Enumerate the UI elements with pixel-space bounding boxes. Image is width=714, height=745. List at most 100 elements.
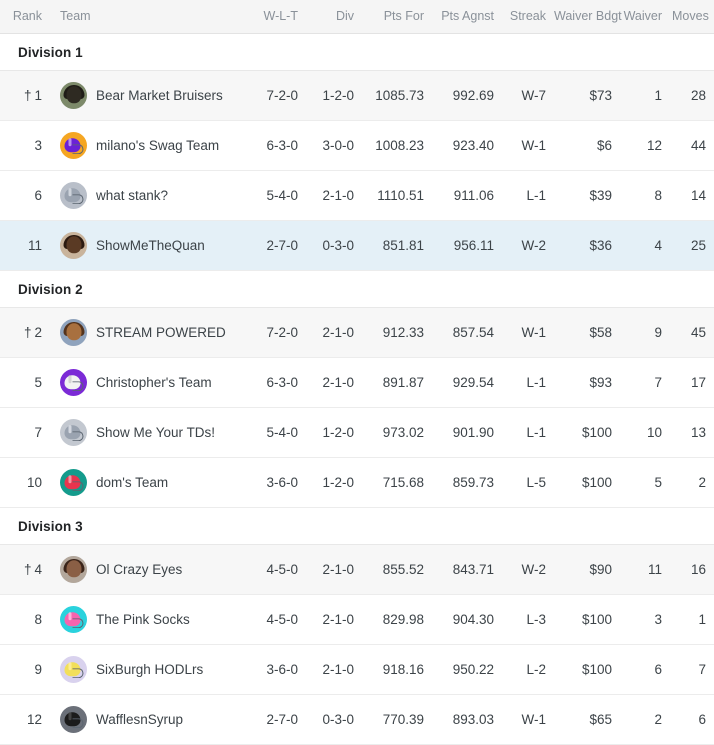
team-name[interactable]: Ol Crazy Eyes — [96, 562, 182, 577]
division-leader-marker: † — [23, 88, 32, 103]
waiver-budget-value: $73 — [554, 70, 622, 121]
waiver-order-value: 1 — [622, 70, 672, 121]
moves-value: 28 — [672, 70, 714, 121]
column-header-pts-agnst[interactable]: Pts Agnst — [432, 0, 502, 34]
team-cell[interactable]: STREAM POWERED — [48, 307, 248, 358]
points-for-value: 1008.23 — [362, 120, 432, 171]
team-cell[interactable]: Bear Market Bruisers — [48, 70, 248, 121]
record-value: 2-7-0 — [248, 694, 306, 745]
team-name[interactable]: ShowMeTheQuan — [96, 238, 205, 253]
column-header-waiver-bdgt[interactable]: Waiver Bdgt — [554, 0, 622, 34]
division-record-value: 1-2-0 — [306, 70, 362, 121]
points-against-value: 893.03 — [432, 694, 502, 745]
rank-cell: 11 — [0, 220, 48, 271]
column-header-rank[interactable]: Rank — [0, 0, 48, 34]
points-against-value: 950.22 — [432, 644, 502, 695]
team-cell[interactable]: Show Me Your TDs! — [48, 407, 248, 458]
moves-value: 2 — [672, 457, 714, 508]
waiver-budget-value: $93 — [554, 357, 622, 408]
column-header-div[interactable]: Div — [306, 0, 362, 34]
team-avatar — [60, 319, 87, 346]
team-name[interactable]: milano's Swag Team — [96, 138, 219, 153]
table-row[interactable]: 6 what stank? 5-4-0 2-1-0 1110.51 911.06 L-1 $3… — [0, 170, 714, 221]
moves-value: 45 — [672, 307, 714, 358]
column-header-moves[interactable]: Moves — [672, 0, 714, 34]
record-value: 5-4-0 — [248, 407, 306, 458]
streak-value: L-1 — [502, 407, 554, 458]
waiver-budget-value: $100 — [554, 457, 622, 508]
points-against-value: 992.69 — [432, 70, 502, 121]
points-for-value: 1085.73 — [362, 70, 432, 121]
points-for-value: 829.98 — [362, 594, 432, 645]
points-against-value: 956.11 — [432, 220, 502, 271]
team-cell[interactable]: WafflesnSyrup — [48, 694, 248, 745]
table-row[interactable]: 7 Show Me Your TDs! 5-4-0 1-2-0 973.02 901.90… — [0, 407, 714, 458]
rank-cell: 12 — [0, 694, 48, 745]
moves-value: 13 — [672, 407, 714, 458]
team-name[interactable]: SixBurgh HODLrs — [96, 662, 203, 677]
team-name[interactable]: The Pink Socks — [96, 612, 190, 627]
moves-value: 1 — [672, 594, 714, 645]
table-row[interactable]: 9 SixBurgh HODLrs 3-6-0 2-1-0 918.16 950.22 L-… — [0, 644, 714, 695]
streak-value: L-1 — [502, 170, 554, 221]
rank-cell: † 2 — [0, 307, 48, 358]
table-row[interactable]: † 4 Ol Crazy Eyes 4-5-0 2-1-0 855.52 843.71 W-2… — [0, 544, 714, 595]
team-name[interactable]: Show Me Your TDs! — [96, 425, 215, 440]
record-value: 3-6-0 — [248, 457, 306, 508]
division-header-row: Division 1 — [0, 33, 714, 71]
table-row[interactable]: 5 Christopher's Team 6-3-0 2-1-0 891.87 929.5… — [0, 357, 714, 408]
division-record-value: 2-1-0 — [306, 544, 362, 595]
points-for-value: 855.52 — [362, 544, 432, 595]
points-for-value: 912.33 — [362, 307, 432, 358]
table-row[interactable]: 10 dom's Team 3-6-0 1-2-0 715.68 859.73 L-5 $10… — [0, 457, 714, 508]
points-against-value: 843.71 — [432, 544, 502, 595]
team-cell[interactable]: The Pink Socks — [48, 594, 248, 645]
table-row[interactable]: 8 The Pink Socks 4-5-0 2-1-0 829.98 904.30 L-3… — [0, 594, 714, 645]
rank-cell: 3 — [0, 120, 48, 171]
team-name[interactable]: WafflesnSyrup — [96, 712, 183, 727]
waiver-budget-value: $65 — [554, 694, 622, 745]
table-row[interactable]: † 1 Bear Market Bruisers 7-2-0 1-2-0 1085.73 9… — [0, 70, 714, 121]
standings-table: Rank Team W-L-T Div Pts For Pts Agnst St… — [0, 0, 714, 745]
points-against-value: 923.40 — [432, 120, 502, 171]
team-cell[interactable]: dom's Team — [48, 457, 248, 508]
record-value: 4-5-0 — [248, 544, 306, 595]
column-header-waiver[interactable]: Waiver — [622, 0, 672, 34]
rank-value: 12 — [26, 712, 42, 727]
waiver-order-value: 11 — [622, 544, 672, 595]
table-row[interactable]: † 2 STREAM POWERED 7-2-0 2-1-0 912.33 857.54 W-… — [0, 307, 714, 358]
team-name[interactable]: Christopher's Team — [96, 375, 212, 390]
rank-value: 9 — [34, 662, 42, 677]
column-header-pts-for[interactable]: Pts For — [362, 0, 432, 34]
rank-cell: 6 — [0, 170, 48, 221]
rank-cell: 7 — [0, 407, 48, 458]
moves-value: 25 — [672, 220, 714, 271]
table-row[interactable]: 11 ShowMeTheQuan 2-7-0 0-3-0 851.81 956.11 W-2… — [0, 220, 714, 271]
column-header-team[interactable]: Team — [48, 0, 248, 34]
record-value: 7-2-0 — [248, 307, 306, 358]
team-cell[interactable]: SixBurgh HODLrs — [48, 644, 248, 695]
table-row[interactable]: 12 WafflesnSyrup 2-7-0 0-3-0 770.39 893.03 W-1… — [0, 694, 714, 745]
team-name[interactable]: dom's Team — [96, 475, 168, 490]
division-title: Division 2 — [0, 270, 714, 308]
team-name[interactable]: STREAM POWERED — [96, 325, 226, 340]
waiver-order-value: 3 — [622, 594, 672, 645]
rank-value: 11 — [27, 238, 42, 253]
rank-value: 5 — [34, 375, 42, 390]
column-header-streak[interactable]: Streak — [502, 0, 554, 34]
moves-value: 7 — [672, 644, 714, 695]
team-cell[interactable]: Ol Crazy Eyes — [48, 544, 248, 595]
record-value: 7-2-0 — [248, 70, 306, 121]
team-cell[interactable]: Christopher's Team — [48, 357, 248, 408]
streak-value: L-2 — [502, 644, 554, 695]
team-name[interactable]: Bear Market Bruisers — [96, 88, 223, 103]
division-record-value: 2-1-0 — [306, 644, 362, 695]
table-row[interactable]: 3 milano's Swag Team 6-3-0 3-0-0 1008.23 923.… — [0, 120, 714, 171]
division-record-value: 2-1-0 — [306, 170, 362, 221]
team-cell[interactable]: milano's Swag Team — [48, 120, 248, 171]
team-cell[interactable]: what stank? — [48, 170, 248, 221]
column-header-wlt[interactable]: W-L-T — [248, 0, 306, 34]
team-cell[interactable]: ShowMeTheQuan — [48, 220, 248, 271]
team-name[interactable]: what stank? — [96, 188, 168, 203]
division-record-value: 2-1-0 — [306, 357, 362, 408]
